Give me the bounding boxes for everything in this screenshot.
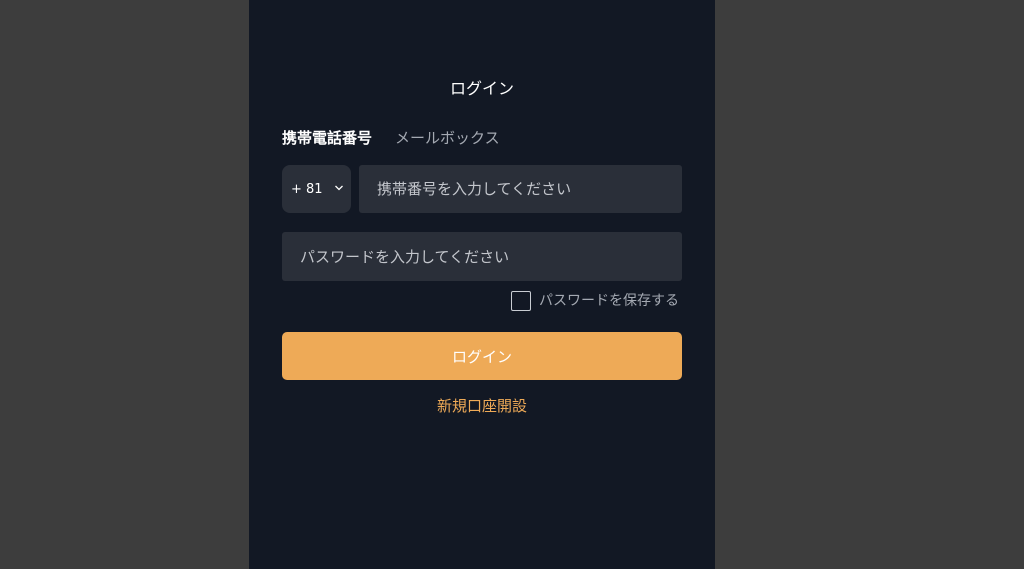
password-input[interactable] bbox=[282, 232, 682, 281]
page-title: ログイン bbox=[449, 79, 514, 98]
register-link[interactable]: 新規口座開設 bbox=[249, 395, 715, 417]
phone-input[interactable] bbox=[359, 165, 682, 213]
login-panel: ログイン 携帯電話番号 メールボックス + 81 パスワードを保存する ログイン… bbox=[249, 0, 715, 569]
country-code-value: + 81 bbox=[291, 181, 323, 197]
country-code-select[interactable]: + 81 bbox=[282, 165, 351, 213]
tab-phone[interactable]: 携帯電話番号 bbox=[282, 127, 372, 149]
remember-label: パスワードを保存する bbox=[539, 293, 679, 309]
login-button[interactable]: ログイン bbox=[282, 332, 682, 380]
remember-checkbox[interactable] bbox=[511, 291, 531, 311]
tab-email[interactable]: メールボックス bbox=[395, 127, 500, 149]
remember-password[interactable]: パスワードを保存する bbox=[511, 290, 679, 312]
chevron-down-icon bbox=[335, 185, 343, 191]
login-method-tabs: 携帯電話番号 メールボックス bbox=[282, 127, 500, 149]
